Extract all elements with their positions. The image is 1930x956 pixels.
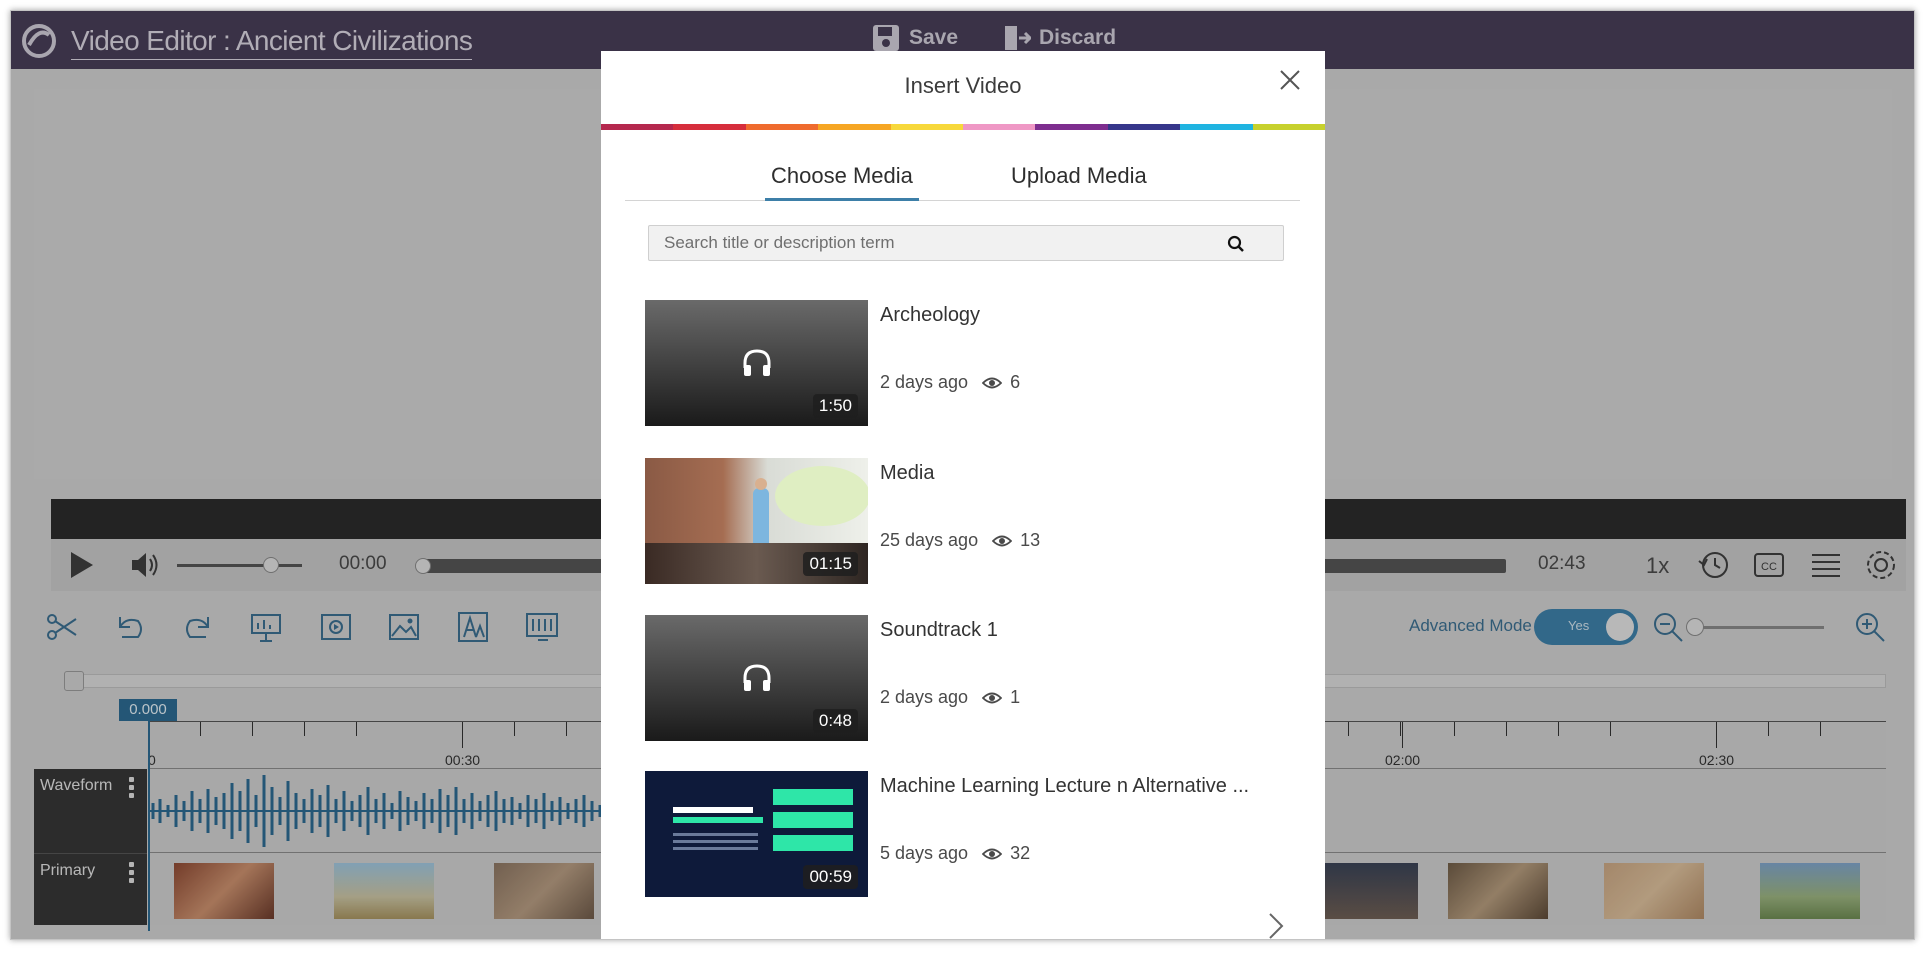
- media-age: 25 days ago: [880, 530, 979, 550]
- search-box: [648, 225, 1284, 261]
- eye-icon: [982, 377, 1003, 388]
- slide-text: [673, 833, 758, 836]
- rainbow-segment: [673, 124, 746, 130]
- media-thumbnail: 1:50: [645, 300, 868, 426]
- eye-icon: [982, 848, 1003, 859]
- media-views: 6: [1010, 372, 1021, 392]
- media-thumbnail: 00:59: [645, 771, 868, 897]
- search-icon[interactable]: [1227, 235, 1245, 253]
- tab-upload-media[interactable]: Upload Media: [1005, 161, 1153, 201]
- media-title: Soundtrack 1: [880, 619, 998, 641]
- rainbow-segment: [818, 124, 891, 130]
- slide-box: [773, 812, 853, 828]
- rainbow-segment: [1107, 124, 1181, 130]
- screen-glow: [775, 466, 868, 526]
- speaker-head: [755, 478, 767, 490]
- eye-icon: [982, 692, 1003, 703]
- media-meta: 2 days ago 1: [880, 687, 1020, 708]
- media-item[interactable]: 0:48 Soundtrack 1 2 days ago 1: [645, 615, 1285, 741]
- rainbow-segment: [1180, 124, 1253, 130]
- duration-badge: 1:50: [812, 394, 858, 418]
- media-item[interactable]: 1:50 Archeology 2 days ago 6: [645, 300, 1285, 426]
- rainbow-segment: [1252, 124, 1326, 130]
- search-input[interactable]: [649, 226, 1229, 260]
- tab-choose-media[interactable]: Choose Media: [765, 161, 919, 201]
- speaker-figure: [753, 488, 769, 548]
- slide-text: [673, 847, 758, 850]
- dialog-title: Insert Video: [904, 73, 1022, 98]
- insert-video-dialog: Insert Video Choose Media Upload Media 1…: [601, 51, 1326, 940]
- media-views: 1: [1010, 687, 1021, 707]
- rainbow-segment: [1035, 124, 1108, 130]
- rainbow-segment: [963, 124, 1036, 130]
- media-item[interactable]: 00:59 Machine Learning Lecture n Alterna…: [645, 771, 1285, 897]
- app-window: Video Editor : Ancient Civilizations Sav…: [10, 10, 1915, 940]
- duration-badge: 00:59: [803, 865, 858, 889]
- media-tabs: Choose Media Upload Media: [625, 161, 1300, 201]
- media-age: 2 days ago: [880, 372, 969, 392]
- slide-box: [773, 789, 853, 805]
- headphones-icon: [743, 664, 771, 691]
- eye-icon: [992, 535, 1013, 546]
- media-thumbnail: 0:48: [645, 615, 868, 741]
- media-age: 5 days ago: [880, 843, 969, 863]
- media-title: Machine Learning Lecture n Alternative .…: [880, 775, 1250, 797]
- media-title: Media: [880, 462, 935, 484]
- media-views: 13: [1020, 530, 1041, 550]
- headphones-icon: [743, 349, 771, 376]
- media-meta: 5 days ago 32: [880, 843, 1030, 864]
- media-meta: 25 days ago 13: [880, 530, 1040, 551]
- rainbow-divider: [601, 124, 1326, 130]
- media-item[interactable]: 01:15 Media 25 days ago 13: [645, 458, 1285, 584]
- rainbow-segment: [601, 124, 674, 130]
- close-icon[interactable]: [1275, 65, 1305, 95]
- slide-box: [773, 835, 853, 851]
- slide-heading: [673, 817, 763, 823]
- duration-badge: 01:15: [803, 552, 858, 576]
- chevron-right-icon[interactable]: [1265, 911, 1287, 940]
- media-meta: 2 days ago 6: [880, 372, 1020, 393]
- rainbow-segment: [890, 124, 964, 130]
- media-thumbnail: 01:15: [645, 458, 868, 584]
- duration-badge: 0:48: [812, 709, 858, 733]
- slide-heading: [673, 807, 753, 813]
- media-title: Archeology: [880, 304, 981, 326]
- media-age: 2 days ago: [880, 687, 969, 707]
- slide-text: [673, 840, 758, 843]
- media-views: 32: [1010, 843, 1031, 863]
- rainbow-segment: [745, 124, 819, 130]
